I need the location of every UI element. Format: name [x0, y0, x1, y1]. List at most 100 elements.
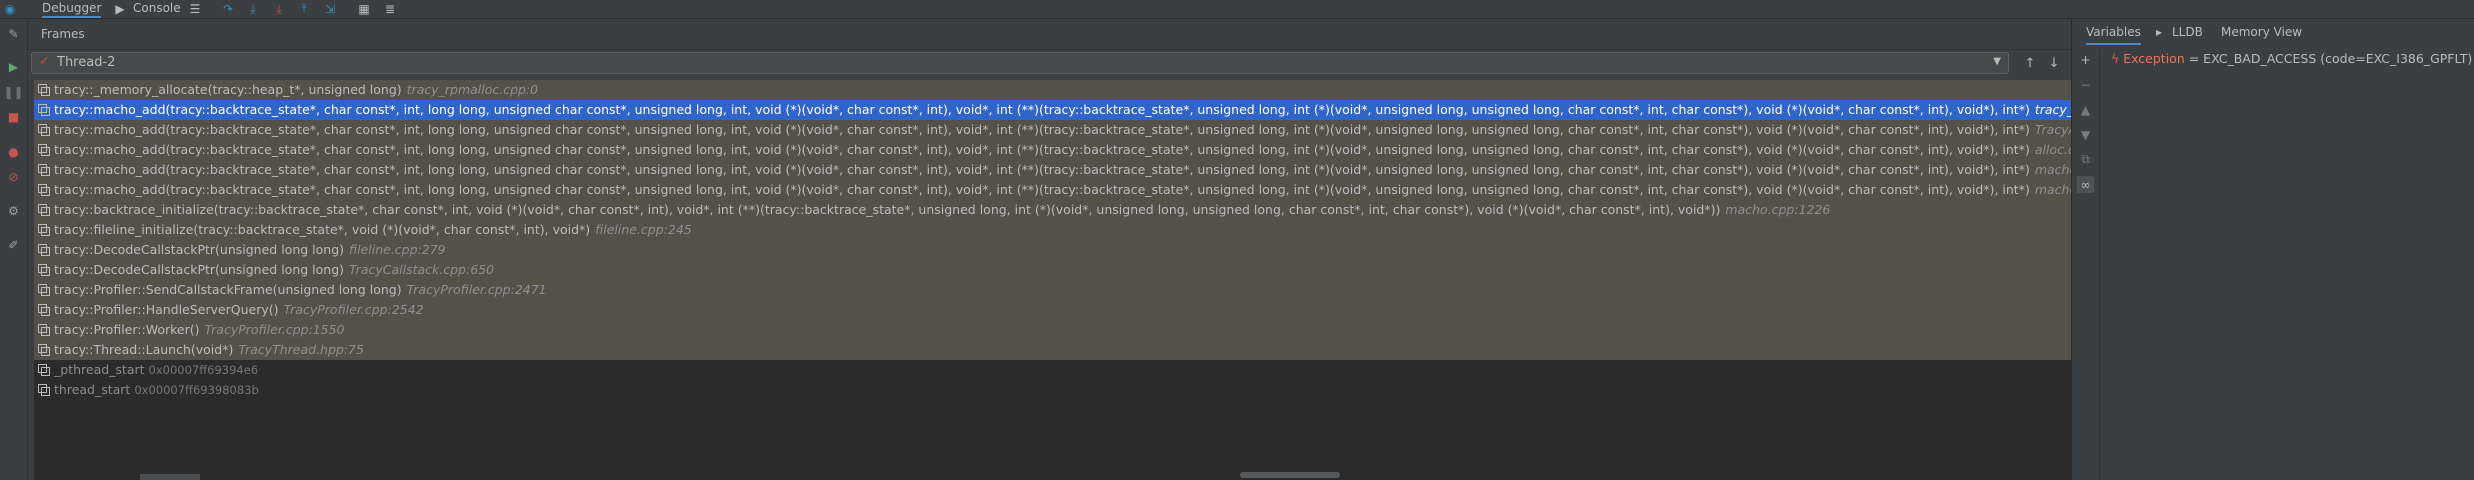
lldb-icon: ▸ [2156, 25, 2163, 39]
frames-title: Frames [41, 27, 85, 41]
stack-frame-label: tracy::fileline_initialize(tracy::backtr… [54, 220, 692, 240]
stack-frame-function: tracy::fileline_initialize(tracy::backtr… [54, 222, 591, 237]
stack-frame-function: tracy::_memory_allocate(tracy::heap_t*, … [54, 82, 402, 97]
stack-frame[interactable]: tracy::macho_add(tracy::backtrace_state*… [34, 160, 2072, 180]
stack-frame-icon [38, 384, 50, 396]
move-down-icon[interactable]: ▼ [2077, 126, 2094, 143]
stack-frame[interactable]: tracy::Profiler::HandleServerQuery() Trac… [34, 300, 2072, 320]
stack-frame-icon [38, 224, 50, 236]
layout-menu-icon[interactable]: ☰ [187, 1, 203, 17]
stack-frame-label: tracy::Profiler::SendCallstackFrame(unsi… [54, 280, 547, 300]
stack-frame-function: tracy::Thread::Launch(void*) [54, 342, 234, 357]
run-to-cursor-icon[interactable]: ⇲ [322, 1, 338, 17]
stack-frame[interactable]: tracy::macho_add(tracy::backtrace_state*… [34, 120, 2072, 140]
stack-frame[interactable]: tracy::DecodeCallstackPtr(unsigned long … [34, 240, 2072, 260]
tab-debugger[interactable]: Debugger [42, 0, 102, 18]
evaluate-expression-icon[interactable]: ▦ [356, 1, 372, 17]
horizontal-scrollbar-left[interactable] [140, 474, 200, 480]
console-icon[interactable]: ▶ [112, 1, 128, 17]
stack-frame[interactable]: thread_start 0x00007ff69398083b [34, 380, 2072, 400]
stack-frame[interactable]: tracy::macho_add(tracy::backtrace_state*… [34, 180, 2072, 200]
stack-frame-icon [38, 324, 50, 336]
stack-frame-function: tracy::macho_add(tracy::backtrace_state*… [54, 102, 2030, 117]
frames-header: Frames [28, 19, 2071, 50]
horizontal-scrollbar-thumb[interactable] [1240, 472, 1340, 478]
stack-frame-icon [38, 184, 50, 196]
force-step-into-icon[interactable]: ⤓ [271, 1, 287, 17]
settings-wrench-icon[interactable]: ✎ [5, 25, 22, 42]
stack-frame[interactable]: tracy::DecodeCallstackPtr(unsigned long … [34, 260, 2072, 280]
stack-frame-location: TracyProfiler.cpp:2471 [406, 282, 547, 297]
move-up-icon[interactable]: ▲ [2077, 101, 2094, 118]
stack-frame-function: tracy::Profiler::Worker() [54, 322, 200, 337]
stack-frame-function: thread_start [54, 382, 131, 397]
stack-frame-label: _pthread_start 0x00007ff69394e6 [54, 360, 258, 380]
stack-frame-label: thread_start 0x00007ff69398083b [54, 380, 259, 400]
view-breakpoints-icon[interactable]: ● [5, 143, 22, 160]
stack-frame-label: tracy::macho_add(tracy::backtrace_state*… [54, 140, 2072, 160]
add-watch-icon[interactable]: + [2077, 51, 2094, 68]
trace-icon[interactable]: ≣ [382, 1, 398, 17]
next-frame-arrow-icon[interactable]: ↓ [2045, 54, 2063, 72]
stack-frame-address: 0x00007ff69398083b [134, 383, 259, 397]
stack-frame-address: 0x00007ff69394e6 [148, 363, 259, 377]
stack-frame-icon [38, 284, 50, 296]
tab-lldb[interactable]: LLDB [2172, 25, 2203, 39]
stack-frame[interactable]: tracy::backtrace_initialize(tracy::backt… [34, 200, 2072, 220]
show-watches-glasses-icon[interactable]: ∞ [2077, 176, 2094, 193]
stack-frame-function: tracy::Profiler::HandleServerQuery() [54, 302, 279, 317]
gear-icon[interactable]: ⚙ [5, 202, 22, 219]
frames-list[interactable]: tracy::_memory_allocate(tracy::heap_t*, … [34, 80, 2072, 480]
stack-frame[interactable]: _pthread_start 0x00007ff69394e6 [34, 360, 2072, 380]
exception-icon: ϟ [2111, 51, 2120, 66]
copy-icon[interactable]: ⧉ [2077, 151, 2094, 168]
pin-icon[interactable]: ✐ [5, 236, 22, 253]
stack-frame-function: tracy::Profiler::SendCallstackFrame(unsi… [54, 282, 402, 297]
chevron-down-icon[interactable]: ▼ [1993, 56, 2001, 67]
stack-frame-icon [38, 164, 50, 176]
tab-memory-view[interactable]: Memory View [2221, 25, 2302, 39]
resume-icon[interactable]: ▶ [5, 58, 22, 75]
tab-console[interactable]: Console [133, 0, 181, 18]
stack-frame-label: tracy::macho_add(tracy::backtrace_state*… [54, 100, 2072, 120]
stack-frame-icon [38, 304, 50, 316]
stack-frame-location: alloc.cpp:62 [2034, 142, 2072, 157]
stack-frame-selected[interactable]: tracy::macho_add(tracy::backtrace_state*… [34, 100, 2072, 120]
stack-frame-location: TracyAlloc.hpp:16 [2034, 122, 2072, 137]
stack-frame[interactable]: tracy::macho_add(tracy::backtrace_state*… [34, 140, 2072, 160]
stack-frame-function: _pthread_start [54, 362, 145, 377]
stack-frame-label: tracy::Thread::Launch(void*) TracyThread.… [54, 340, 364, 360]
exception-variable-row[interactable]: ϟ Exception = EXC_BAD_ACCESS (code=EXC_I… [2111, 51, 2472, 66]
stack-frame[interactable]: tracy::Profiler::Worker() TracyProfiler.c… [34, 320, 2072, 340]
previous-frame-arrow-icon[interactable]: ↑ [2021, 54, 2039, 72]
stack-frame-label: tracy::backtrace_initialize(tracy::backt… [54, 200, 1830, 220]
step-over-icon[interactable]: ↷ [220, 1, 236, 17]
tab-variables[interactable]: Variables [2086, 25, 2141, 45]
thread-name: Thread-2 [57, 55, 116, 70]
step-out-icon[interactable]: ⤒ [296, 1, 312, 17]
mute-breakpoints-icon[interactable]: ⊘ [5, 168, 22, 185]
pause-icon[interactable]: ❚❚ [3, 83, 23, 100]
stack-frame[interactable]: tracy::Profiler::SendCallstackFrame(unsi… [34, 280, 2072, 300]
stack-frame-icon [38, 364, 50, 376]
stack-frame-label: tracy::DecodeCallstackPtr(unsigned long … [54, 260, 494, 280]
stack-frame-function: tracy::macho_add(tracy::backtrace_state*… [54, 182, 2030, 197]
stack-frame[interactable]: tracy::_memory_allocate(tracy::heap_t*, … [34, 80, 2072, 100]
stack-frame[interactable]: tracy::Thread::Launch(void*) TracyThread.… [34, 340, 2072, 360]
stack-frame-label: tracy::_memory_allocate(tracy::heap_t*, … [54, 80, 538, 100]
thread-selector[interactable]: ✓ Thread-2 ▼ [31, 52, 2009, 74]
stack-frame-function: tracy::macho_add(tracy::backtrace_state*… [54, 122, 2030, 137]
stack-frame-label: tracy::Profiler::Worker() TracyProfiler.c… [54, 320, 345, 340]
stack-frame-location: fileline.cpp:245 [595, 222, 692, 237]
stop-icon[interactable]: ■ [5, 108, 22, 125]
stack-frame-function: tracy::DecodeCallstackPtr(unsigned long … [54, 242, 345, 257]
stack-frame-location: fileline.cpp:279 [349, 242, 446, 257]
debug-app-icon[interactable]: ◉ [2, 1, 18, 17]
stack-frame-icon [38, 244, 50, 256]
step-into-icon[interactable]: ⤓ [245, 1, 261, 17]
stack-frame-location: macho.cpp:1226 [1725, 202, 1831, 217]
stack-frame-function: tracy::macho_add(tracy::backtrace_state*… [54, 142, 2030, 157]
stack-frame[interactable]: tracy::fileline_initialize(tracy::backtr… [34, 220, 2072, 240]
remove-watch-icon[interactable]: − [2077, 76, 2094, 93]
stack-frame-icon [38, 204, 50, 216]
